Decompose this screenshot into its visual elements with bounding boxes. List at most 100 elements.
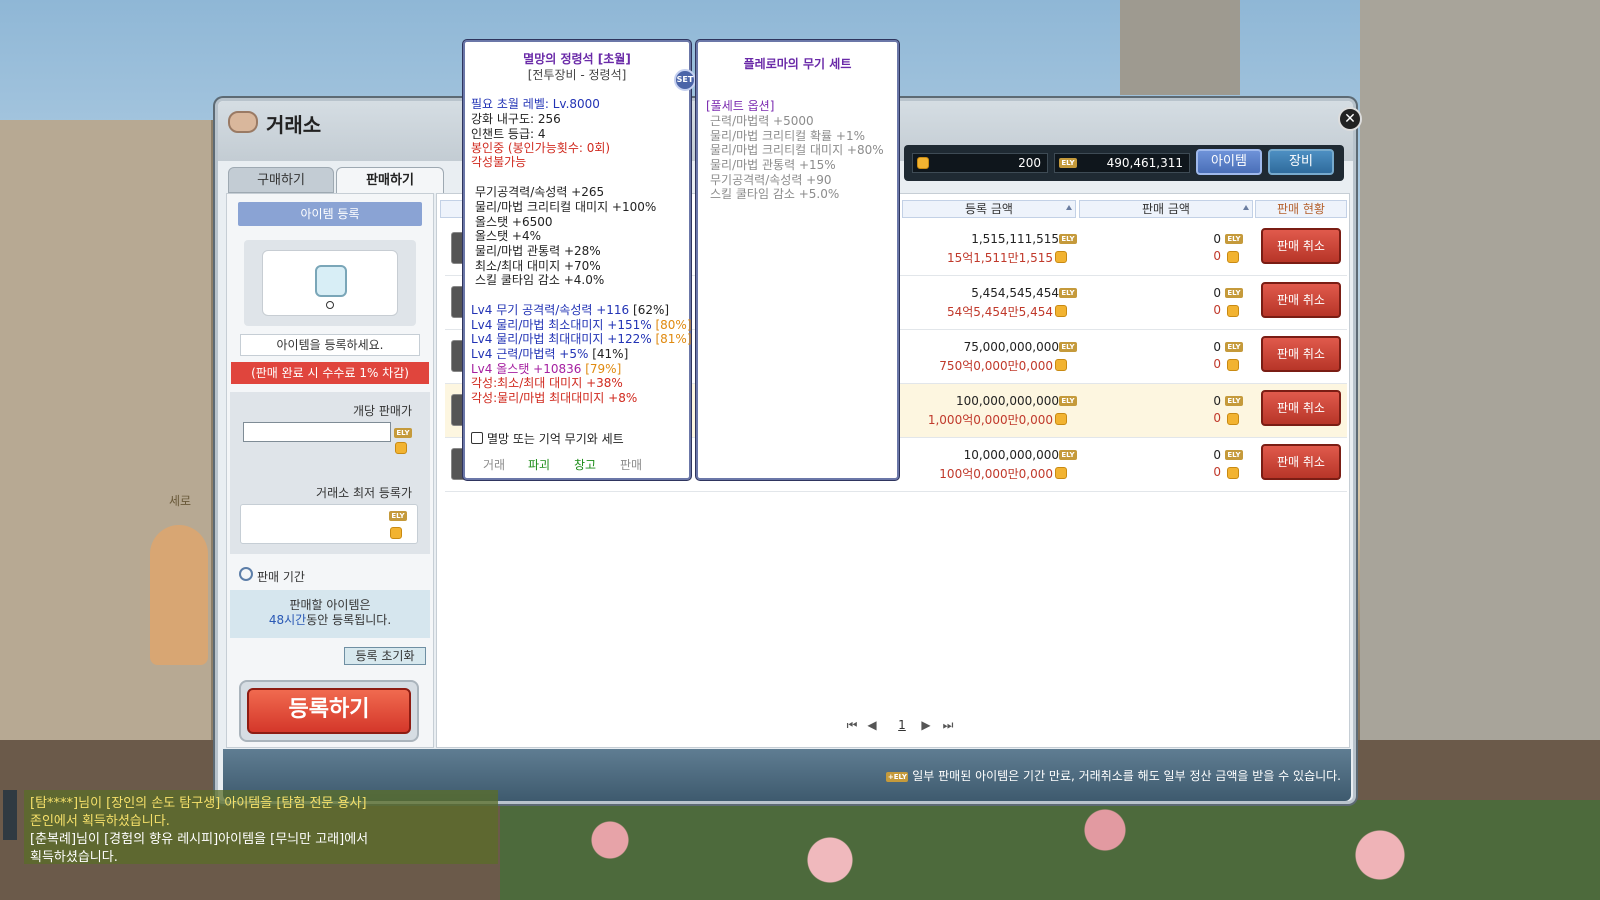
price-korean: 750억0,000만0,000 (939, 359, 1053, 373)
column-header-price[interactable]: 등록 금액 (902, 200, 1076, 218)
tooltip-subtitle: [전투장비 - 정령석] (527, 68, 627, 82)
tooltip-stat: 물리/마법 관통력 +28% (475, 244, 601, 258)
register-panel: 아이템 등록 아이템을 등록하세요. (판매 완료 시 수수료 1% 차감) 개… (226, 193, 434, 748)
first-page-icon[interactable]: ⏮ (845, 718, 859, 732)
sort-icon (1243, 205, 1249, 210)
lv4-option-pct: [79%] (585, 362, 622, 376)
sold-ely: 0 (1213, 448, 1221, 462)
sold-meso: 0 (1213, 465, 1221, 479)
ely-icon: ELY (1059, 288, 1077, 298)
set-option: 무기공격력/속성력 +90 (710, 173, 832, 187)
unit-price-input[interactable] (243, 422, 391, 442)
set-tooltip: 플레로마의 무기 세트 [풀세트 옵션] 근력/마법력 +5000 물리/마법 … (696, 40, 899, 480)
prev-page-icon[interactable]: ◀ (865, 718, 879, 732)
price-ely: 1,515,111,515 (971, 232, 1059, 246)
sold-meso: 0 (1213, 249, 1221, 263)
ely-value: 490,461,311 (1106, 156, 1183, 170)
meso-coin-icon (395, 442, 407, 454)
cancel-sale-button[interactable]: 판매 취소 (1261, 228, 1341, 264)
lv4-option-pct: [80%] (655, 318, 692, 332)
chat-scrollbar[interactable] (3, 790, 17, 840)
tooltip-title: 멸망의 정령석 [초월] (523, 52, 631, 66)
player-character[interactable] (150, 525, 208, 665)
meso-coin-icon (1055, 467, 1067, 479)
set-tooltip-title: 플레로마의 무기 세트 (743, 57, 852, 71)
tooltip-awaken-option: 각성:물리/마법 최대대미지 +8% (471, 391, 638, 405)
next-page-icon[interactable]: ▶ (919, 718, 933, 732)
tooltip-durability: 강화 내구도: 256 (471, 112, 561, 126)
tab-sell[interactable]: 판매하기 (336, 167, 444, 193)
sold-ely: 0 (1213, 286, 1221, 300)
item-slot[interactable] (262, 250, 398, 316)
register-hint: 아이템을 등록하세요. (240, 334, 420, 356)
ely-icon: ELY (389, 511, 407, 521)
ely-plus-icon: +ELY (886, 771, 909, 782)
window-title: 거래소 (266, 113, 322, 137)
chat-message: [탐****]님이 [장인의 손도 탐구생] 아이템을 [탐험 전문 용사] (30, 796, 367, 811)
column-header-sold-label: 판매 금액 (1142, 202, 1190, 216)
handshake-icon (228, 111, 258, 133)
meso-coin-icon (1227, 305, 1239, 317)
last-page-icon[interactable]: ⏭ (941, 718, 955, 732)
meso-coin-icon (1227, 467, 1239, 479)
price-ely: 100,000,000,000 (955, 394, 1059, 408)
reset-button[interactable]: 등록 초기화 (344, 647, 426, 665)
trade-status: 거래 (483, 458, 506, 472)
cancel-sale-button[interactable]: 판매 취소 (1261, 390, 1341, 426)
page-number[interactable]: 1 (895, 718, 909, 732)
tooltip-lv4-option: Lv4 무기 공격력/속성력 +116 [62%] (471, 303, 669, 317)
register-header: 아이템 등록 (238, 202, 422, 226)
hand-icon (471, 432, 483, 444)
period-line1: 판매할 아이템은 (289, 598, 371, 612)
ely-icon: ELY (1225, 342, 1243, 352)
price-korean: 100억0,000만0,000 (939, 467, 1053, 481)
column-header-sold[interactable]: 판매 금액 (1079, 200, 1253, 218)
price-ely: 5,454,545,454 (971, 286, 1059, 300)
cube-icon (315, 265, 347, 297)
cancel-sale-button[interactable]: 판매 취소 (1261, 444, 1341, 480)
cancel-sale-button[interactable]: 판매 취소 (1261, 336, 1341, 372)
period-title: 판매 기간 (239, 567, 305, 585)
background-building-right (1360, 0, 1600, 740)
tooltip-stat: 최소/최대 대미지 +70% (475, 259, 601, 273)
meso-coin-icon (1055, 251, 1067, 263)
price-korean: 54억5,454만5,454 (946, 305, 1053, 319)
meso-coin-icon (1055, 413, 1067, 425)
sort-icon (1066, 205, 1072, 210)
price-ely: 75,000,000,000 (963, 340, 1059, 354)
ely-icon: ELY (1225, 234, 1243, 244)
min-price-box: ELY (240, 504, 418, 544)
lv4-option-pct: [41%] (592, 347, 629, 361)
tooltip-stat: 올스탯 +6500 (475, 215, 553, 229)
lv4-option-text: Lv4 무기 공격력/속성력 +116 (471, 303, 630, 317)
tooltip-awaken: 각성불가능 (471, 155, 527, 169)
set-option: 물리/마법 크리티컬 대미지 +80% (710, 143, 884, 157)
tab-item[interactable]: 아이템 (1196, 149, 1262, 175)
ely-icon: ELY (1225, 396, 1243, 406)
cancel-sale-button[interactable]: 판매 취소 (1261, 282, 1341, 318)
register-button[interactable]: 등록하기 (247, 688, 411, 734)
sold-meso: 0 (1213, 411, 1221, 425)
item-tooltip: 멸망의 정령석 [초월] [전투장비 - 정령석] SET 필요 초월 레벨: … (463, 40, 696, 480)
tooltip-lv4-option: Lv4 올스탯 +10836 [79%] (471, 362, 621, 376)
price-ely: 10,000,000,000 (963, 448, 1059, 462)
tab-equip[interactable]: 장비 (1268, 149, 1334, 175)
period-title-text: 판매 기간 (257, 570, 305, 584)
background-flowers (500, 800, 1600, 900)
lv4-option-pct: [81%] (655, 332, 692, 346)
lv4-option-text: Lv4 물리/마법 최소대미지 +151% (471, 318, 652, 332)
ely-icon: ELY (1059, 158, 1077, 168)
tab-buy[interactable]: 구매하기 (228, 167, 334, 193)
close-icon[interactable]: ✕ (1338, 107, 1362, 131)
tooltip-awaken-option: 각성:최소/최대 대미지 +38% (471, 376, 623, 390)
footer-text: 일부 판매된 아이템은 기간 만료, 거래취소를 해도 일부 정산 금액을 받을… (912, 769, 1341, 783)
meso-coin-icon (1055, 359, 1067, 371)
tooltip-req-level: 필요 초월 레벨: Lv.8000 (471, 97, 600, 111)
character-name: 세로 (168, 494, 192, 508)
chat-message: 획득하셨습니다. (30, 850, 118, 865)
sold-meso: 0 (1213, 303, 1221, 317)
lv4-option-text: Lv4 근력/마법력 +5% (471, 347, 589, 361)
clock-icon (239, 567, 253, 581)
period-line2: 동안 등록됩니다. (306, 613, 392, 627)
currency-bar: 200 ELY 490,461,311 아이템 장비 (904, 145, 1344, 181)
